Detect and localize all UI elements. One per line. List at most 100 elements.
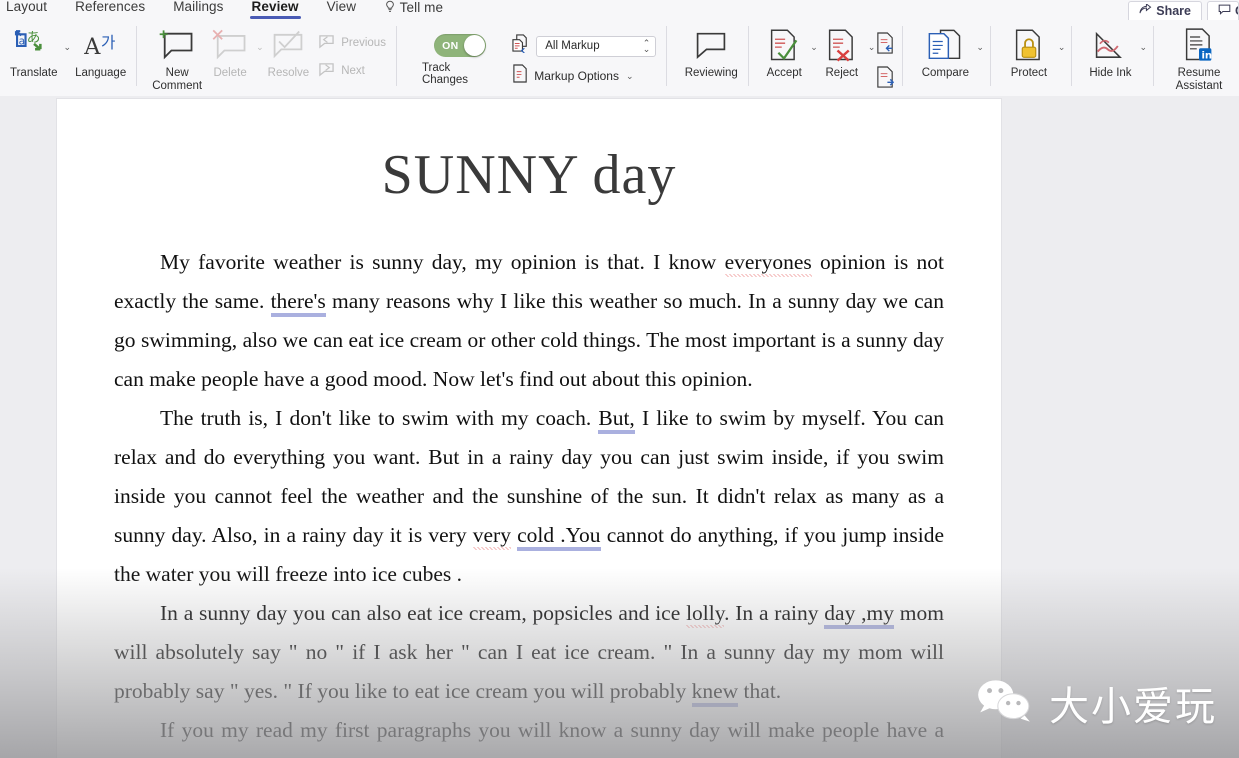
reviewing-pane-button[interactable]: Reviewing — [680, 24, 742, 82]
document-body[interactable]: My favorite weather is sunny day, my opi… — [114, 243, 944, 758]
watermark-text: 大小爱玩 — [1049, 674, 1217, 732]
spellcheck-error: very — [473, 523, 511, 550]
compare-button[interactable]: Compare — [916, 24, 974, 82]
share-button[interactable]: Share — [1128, 1, 1202, 20]
markup-controls: All Markup ⌃⌄ Markup Options ⌄ — [508, 24, 660, 88]
previous-comment-label: Previous — [341, 37, 386, 49]
tab-view[interactable]: View — [313, 0, 370, 20]
document-page[interactable]: SUNNY day My favorite weather is sunny d… — [57, 99, 1001, 758]
svg-text:あ: あ — [26, 30, 40, 46]
markup-options-chevron-down-icon[interactable]: ⌄ — [626, 71, 634, 82]
next-change-button[interactable] — [875, 66, 896, 94]
tracked-change: knew — [692, 679, 739, 707]
track-changes-control[interactable]: ON Track Changes — [412, 24, 508, 86]
language-button[interactable]: A 가 Language — [71, 24, 130, 82]
markup-display-select[interactable]: All Markup ⌃⌄ — [536, 36, 656, 57]
tab-layout[interactable]: Layout — [0, 0, 61, 20]
new-comment-icon — [158, 26, 196, 66]
protect-button[interactable]: Protect — [1002, 24, 1056, 82]
resolve-comment-button[interactable]: Resolve — [264, 24, 314, 82]
delete-chevron-down-icon[interactable]: ⌄ — [256, 42, 264, 53]
tab-review[interactable]: Review — [238, 0, 313, 20]
reviewing-pane-icon — [692, 26, 730, 66]
tab-layout-label: Layout — [6, 0, 47, 14]
reject-chevron-down-icon[interactable]: ⌄ — [868, 42, 876, 53]
toggle-knob — [464, 35, 485, 56]
translate-icon: a あ — [12, 26, 56, 66]
comments-button-label: Co — [1235, 4, 1239, 18]
document-title: SUNNY day — [57, 147, 1001, 203]
markup-display-row: All Markup ⌃⌄ — [512, 34, 656, 58]
resume-assistant-label: Resume Assistant — [1176, 67, 1223, 92]
ribbon-tab-strip: Layout References Mailings Review View T… — [0, 0, 1239, 20]
svg-text:가: 가 — [101, 33, 115, 52]
translate-label: Translate — [10, 67, 58, 80]
text-run: . In a rainy — [724, 601, 824, 625]
accept-change-icon — [767, 26, 801, 66]
hide-ink-chevron-down-icon[interactable]: ⌄ — [1139, 42, 1147, 53]
text-run: In a sunny day you can also eat ice crea… — [160, 601, 686, 625]
protect-chevron-down-icon[interactable]: ⌄ — [1058, 42, 1066, 53]
compare-chevron-down-icon[interactable]: ⌄ — [976, 42, 984, 53]
delete-comment-icon — [211, 26, 249, 66]
next-comment-icon — [317, 62, 336, 80]
svg-text:in: in — [1201, 50, 1212, 61]
reject-change-icon — [825, 26, 859, 66]
ribbon-group-tracking: ON Track Changes All Markup ⌃⌄ — [396, 20, 666, 96]
language-label: Language — [75, 67, 126, 80]
tab-references[interactable]: References — [61, 0, 159, 20]
text-run: If you my read my first paragraphs you w… — [114, 718, 944, 758]
resolve-comment-icon — [269, 26, 307, 66]
hide-ink-button[interactable]: Hide Ink — [1083, 24, 1137, 82]
tab-tell-me[interactable]: Tell me — [370, 0, 457, 20]
protect-label: Protect — [1011, 67, 1047, 80]
tab-review-label: Review — [252, 0, 299, 14]
accept-change-button[interactable]: Accept — [760, 24, 808, 82]
reject-change-button[interactable]: Reject — [818, 24, 866, 82]
paragraph-2: The truth is, I don't like to swim with … — [114, 399, 944, 594]
document-canvas: SUNNY day My favorite weather is sunny d… — [0, 96, 1239, 758]
spinner-icon[interactable]: ⌃⌄ — [643, 40, 651, 52]
translate-chevron-down-icon[interactable]: ⌄ — [64, 42, 72, 53]
comment-bubble-icon — [1218, 4, 1231, 18]
previous-change-button[interactable] — [875, 32, 896, 60]
tab-mailings[interactable]: Mailings — [159, 0, 237, 20]
next-comment-button[interactable]: Next — [313, 58, 390, 84]
accept-chevron-down-icon[interactable]: ⌄ — [810, 42, 818, 53]
track-changes-toggle[interactable]: ON — [434, 34, 486, 57]
text-run: The truth is, I don't like to swim with … — [160, 406, 598, 430]
lightbulb-icon — [384, 0, 396, 14]
markup-options-row[interactable]: Markup Options ⌄ — [512, 64, 656, 88]
ribbon-group-reviewing: Reviewing — [666, 20, 748, 96]
next-comment-label: Next — [341, 65, 365, 77]
translate-button[interactable]: a あ Translate — [6, 24, 62, 82]
markup-options-label: Markup Options — [534, 69, 619, 83]
comments-button[interactable]: Co — [1207, 1, 1239, 20]
tracked-change: there's — [271, 289, 326, 317]
tab-view-label: View — [327, 0, 356, 14]
ribbon-group-changes: Accept ⌄ Reject ⌄ — [748, 20, 902, 96]
tracked-change: cold .You — [517, 523, 600, 551]
hide-ink-icon — [1091, 26, 1129, 66]
new-comment-button[interactable]: New Comment — [148, 24, 206, 94]
tab-tell-me-label: Tell me — [400, 0, 443, 15]
resume-assistant-linkedin-icon: in — [1181, 26, 1217, 66]
hide-ink-label: Hide Ink — [1089, 67, 1131, 80]
delete-comment-button[interactable]: Delete — [206, 24, 254, 82]
compare-documents-icon — [926, 26, 964, 66]
ribbon-group-comments: New Comment Delete ⌄ Resolve — [136, 20, 396, 96]
ribbon-review: a あ Translate ⌄ A 가 Language — [0, 20, 1239, 96]
protect-lock-icon — [1011, 26, 1047, 66]
new-comment-label: New Comment — [152, 67, 202, 92]
text-run: My favorite weather is sunny day, my opi… — [160, 250, 725, 274]
delete-comment-label: Delete — [213, 67, 246, 80]
tab-mailings-label: Mailings — [173, 0, 223, 14]
previous-comment-button[interactable]: Previous — [313, 30, 390, 56]
titlebar-actions: Share Co — [1128, 0, 1239, 20]
tab-references-label: References — [75, 0, 145, 14]
ribbon-group-protect: Protect ⌄ — [990, 20, 1072, 96]
resume-assistant-button[interactable]: in Resume Assistant — [1165, 24, 1233, 94]
accept-change-label: Accept — [767, 67, 802, 80]
svg-text:A: A — [83, 34, 101, 60]
tracked-change: But, — [598, 406, 634, 434]
